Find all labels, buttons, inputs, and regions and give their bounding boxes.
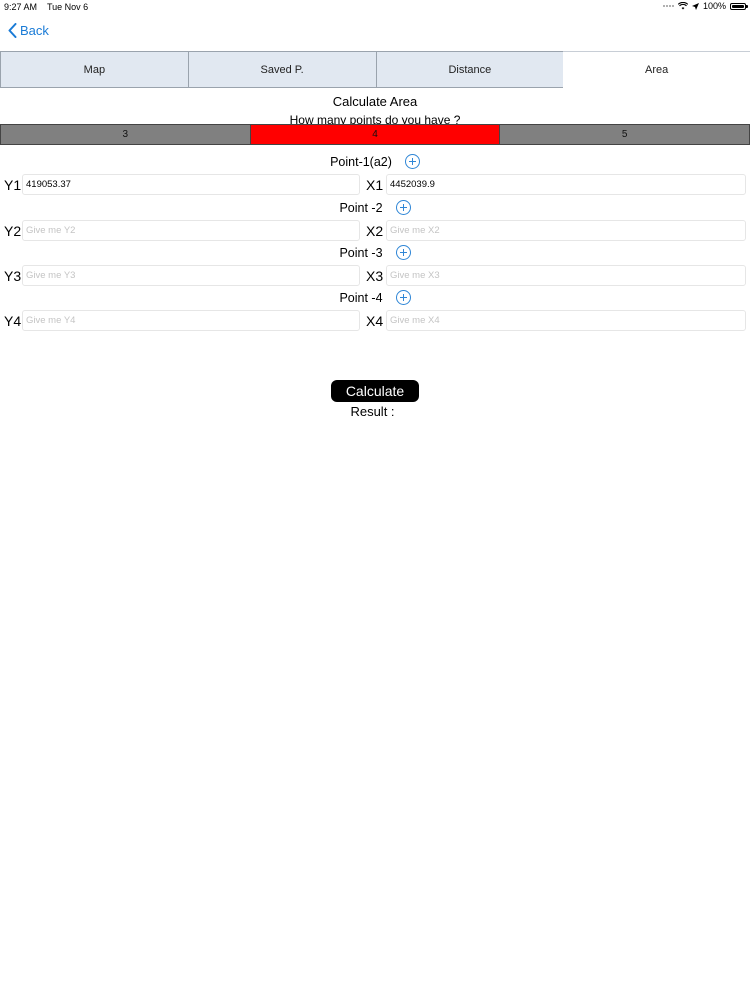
page-title: Calculate Area <box>332 94 418 109</box>
tab-label: Distance <box>448 63 492 76</box>
y4-label: Y4 <box>4 313 22 329</box>
segment-label: 3 <box>122 129 129 140</box>
x3-input[interactable] <box>386 265 746 286</box>
y4-input[interactable] <box>22 310 360 331</box>
y2-input[interactable] <box>22 220 360 241</box>
calculate-button[interactable]: Calculate <box>331 380 419 402</box>
x2-label: X2 <box>366 223 384 239</box>
point-1-header: Point-1(a2) <box>0 154 750 169</box>
back-button[interactable]: Back <box>8 23 49 38</box>
point-4-header: Point -4 <box>0 290 750 305</box>
x1-input[interactable] <box>386 174 746 195</box>
y1-input[interactable] <box>22 174 360 195</box>
x4-label: X4 <box>366 313 384 329</box>
point-3-header: Point -3 <box>0 245 750 260</box>
nav-bar: Back <box>0 14 750 51</box>
x1-label: X1 <box>366 177 384 193</box>
status-date: Tue Nov 6 <box>47 2 89 12</box>
back-label: Back <box>20 23 49 38</box>
tab-label: Area <box>645 63 669 76</box>
cellular-signal-icon <box>662 5 674 7</box>
y2-label: Y2 <box>4 223 22 239</box>
points-count-selector: 3 4 5 <box>0 124 750 145</box>
point-title: Point-1(a2) <box>330 154 392 169</box>
segment-label: 5 <box>621 129 628 140</box>
status-indicators: 100% <box>662 1 748 11</box>
segment-3[interactable]: 3 <box>0 125 250 144</box>
tab-bar: Map Saved P. Distance Area <box>0 51 750 88</box>
point-4-row: Y4 X4 <box>0 310 750 332</box>
status-time: 9:27 AM <box>4 2 38 12</box>
segment-5[interactable]: 5 <box>499 125 750 144</box>
segment-4[interactable]: 4 <box>249 125 500 144</box>
chevron-left-icon <box>8 23 17 38</box>
point-1-row: Y1 X1 <box>0 174 750 196</box>
tab-label: Map <box>83 63 106 76</box>
point-title: Point -3 <box>339 245 383 260</box>
wifi-icon <box>677 2 688 10</box>
add-point-icon[interactable] <box>395 290 411 305</box>
point-title: Point -4 <box>339 290 383 305</box>
battery-icon <box>730 2 748 10</box>
tab-saved-points[interactable]: Saved P. <box>187 51 376 88</box>
segment-label: 4 <box>372 129 378 140</box>
x4-input[interactable] <box>386 310 746 331</box>
location-arrow-icon <box>691 2 699 10</box>
add-point-icon[interactable] <box>395 200 411 215</box>
status-bar: 9:27 AM Tue Nov 6 100% <box>0 0 750 14</box>
x3-label: X3 <box>366 268 384 284</box>
y3-input[interactable] <box>22 265 360 286</box>
point-2-row: Y2 X2 <box>0 220 750 242</box>
result-label: Result : <box>350 404 395 419</box>
y1-label: Y1 <box>4 177 22 193</box>
point-3-row: Y3 X3 <box>0 265 750 287</box>
tab-map[interactable]: Map <box>0 51 188 88</box>
add-point-icon[interactable] <box>404 154 420 169</box>
add-point-icon[interactable] <box>395 245 411 260</box>
battery-percent: 100% <box>702 1 726 11</box>
y3-label: Y3 <box>4 268 22 284</box>
tab-area[interactable]: Area <box>563 51 750 87</box>
point-title: Point -2 <box>339 200 383 215</box>
tab-label: Saved P. <box>260 63 304 76</box>
tab-distance[interactable]: Distance <box>375 51 564 88</box>
x2-input[interactable] <box>386 220 746 241</box>
point-2-header: Point -2 <box>0 200 750 215</box>
